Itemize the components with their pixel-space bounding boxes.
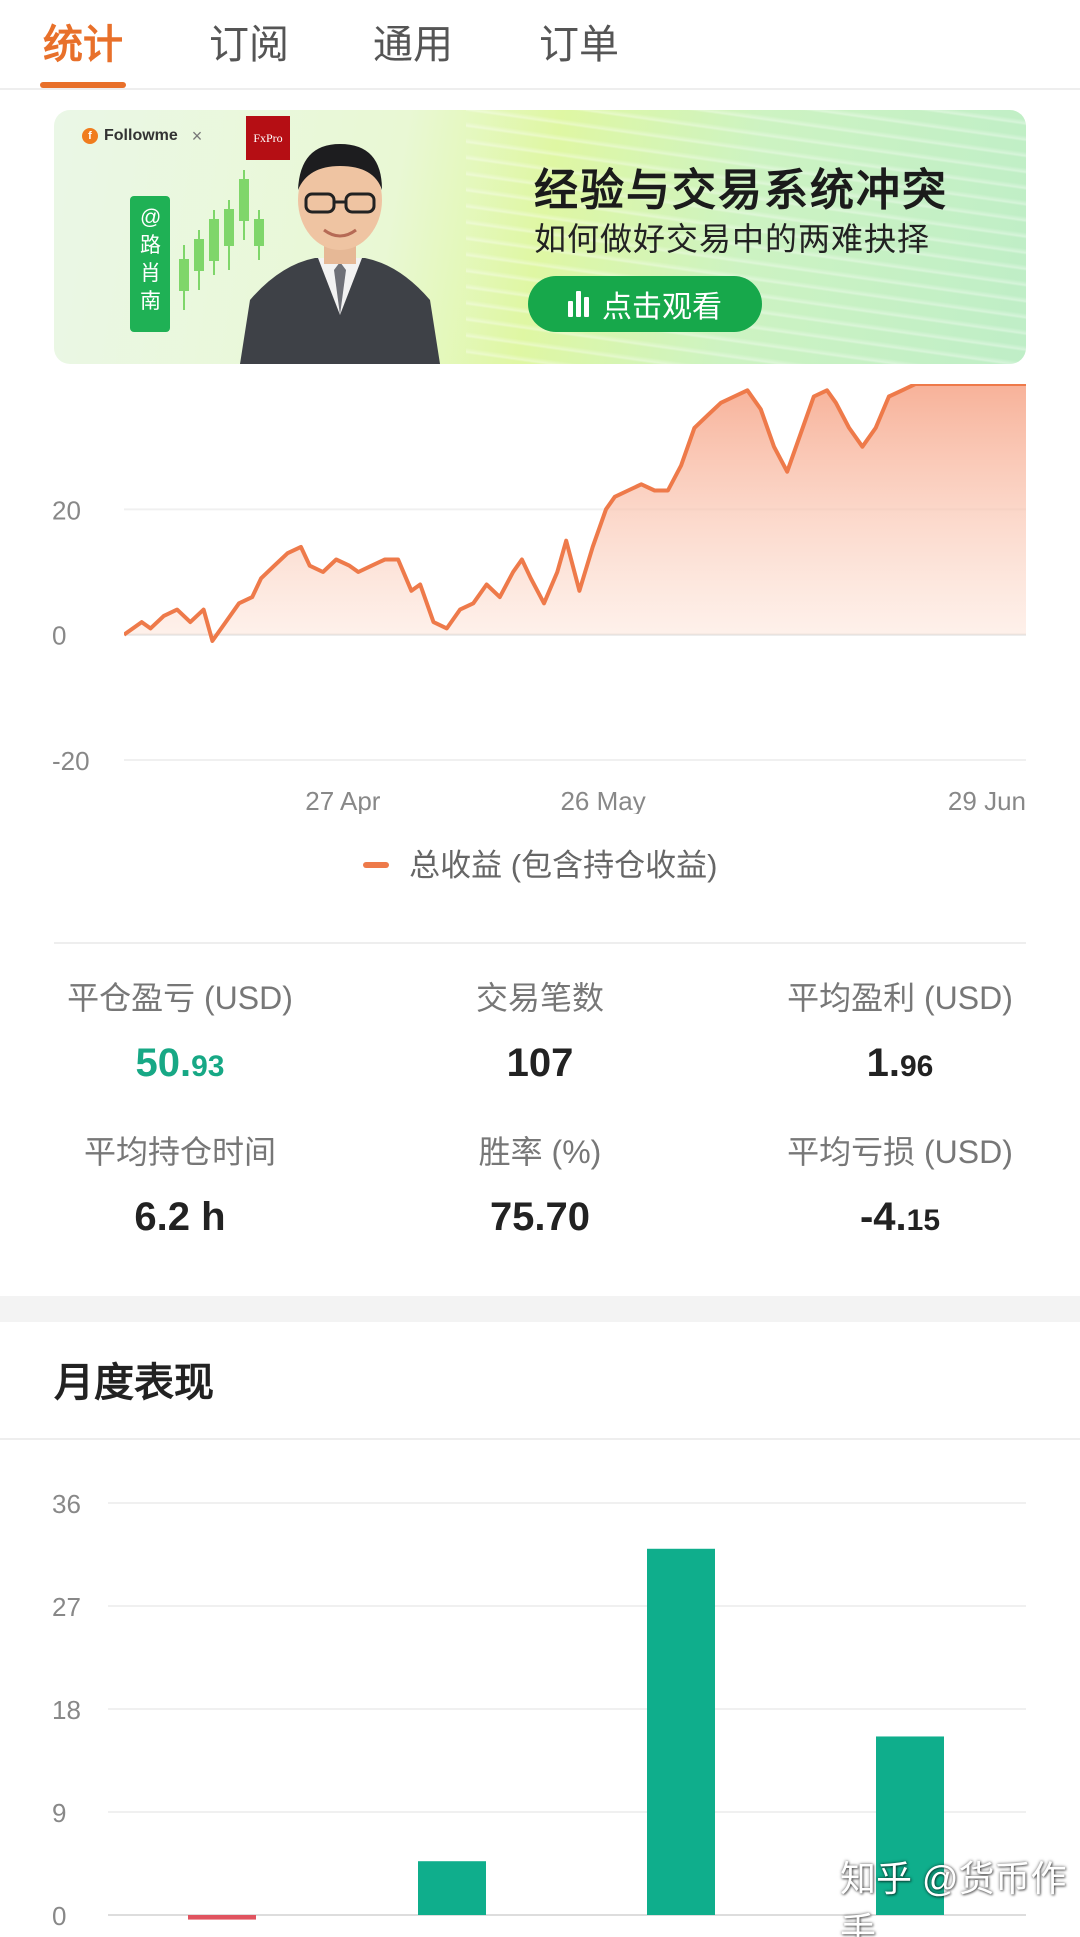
stat-trade-count: 交易笔数 107: [360, 976, 720, 1088]
stat-label: 胜率 (%): [478, 1134, 602, 1170]
tab-statistics[interactable]: 统计: [40, 0, 126, 88]
stat-closed-pnl: 平仓盈亏 (USD) 50.93: [0, 976, 360, 1088]
bar-chart-icon: [568, 291, 594, 317]
tab-statistics-label: 统计: [43, 23, 123, 67]
y-tick-label: -20: [52, 746, 90, 776]
stat-label: 交易笔数: [475, 980, 604, 1016]
legend-label: 总收益 (包含持仓收益): [409, 848, 718, 883]
section-separator-band: [0, 1296, 1080, 1322]
stat-value-int: 107: [506, 1041, 574, 1085]
stat-label: 平均盈利 (USD): [787, 980, 1013, 1016]
banner-subtitle: 如何做好交易中的两难抉择: [534, 221, 931, 257]
stat-value-int: -4.: [859, 1195, 907, 1239]
monthly-bar: [647, 1548, 715, 1915]
stat-value: -4.15: [720, 1192, 1080, 1242]
stat-value: 1.96: [720, 1038, 1080, 1088]
tab-orders[interactable]: 订单: [536, 0, 622, 88]
banner-brand-row: f Followme × FxPro: [82, 116, 290, 160]
stats-grid: 平仓盈亏 (USD) 50.93 交易笔数 107 平均盈利 (USD) 1.9…: [0, 976, 1080, 1266]
x-tick-label: 27 Apr: [305, 786, 381, 814]
total-profit-chart[interactable]: 20 0 -20 27 Apr 26 May 29 Jun: [0, 384, 1080, 814]
stat-value-dec: 93: [191, 1050, 225, 1083]
section-divider: [54, 942, 1026, 944]
times-icon: ×: [191, 125, 203, 146]
speaker-name-text: @路肖南: [140, 206, 162, 313]
stat-value-int: 50.: [135, 1041, 192, 1085]
speaker-name-tag: @路肖南: [130, 196, 170, 332]
stat-average-loss: 平均亏损 (USD) -4.15: [720, 1130, 1080, 1242]
tab-general[interactable]: 通用: [370, 0, 456, 88]
top-tab-bar: 统计 订阅 通用 订单: [0, 0, 1080, 90]
stat-win-rate: 胜率 (%) 75.70: [360, 1130, 720, 1242]
chart-legend[interactable]: 总收益 (包含持仓收益): [0, 840, 1080, 885]
y-tick-label: 36: [52, 1489, 81, 1519]
promo-banner[interactable]: f Followme × FxPro @路肖南 经验与交易系统冲突 如何做好交易…: [54, 110, 1026, 364]
page: 统计 订阅 通用 订单 f Followme × FxPro @路肖南 经验与交…: [0, 0, 1080, 1937]
monthly-bar: [188, 1915, 256, 1920]
speaker-photo: [240, 144, 440, 364]
watch-now-label: 点击观看: [602, 291, 722, 324]
watch-now-button[interactable]: 点击观看: [528, 276, 762, 332]
tab-subscribe-label: 订阅: [209, 23, 289, 67]
y-tick-label: 0: [52, 1901, 66, 1931]
x-tick-label: 29 Jun: [948, 786, 1026, 814]
monthly-performance-title: 月度表现: [54, 1361, 214, 1405]
y-tick-label: 9: [52, 1798, 66, 1828]
banner-brand-name: Followme: [104, 127, 178, 144]
promo-banner-section: f Followme × FxPro @路肖南 经验与交易系统冲突 如何做好交易…: [0, 92, 1080, 384]
watermark: 知乎 @货币作手: [840, 1858, 1067, 1937]
y-tick-label: 0: [52, 621, 66, 651]
monthly-bar: [418, 1861, 486, 1915]
stat-value-int: 1.: [866, 1041, 900, 1085]
y-tick-label: 18: [52, 1695, 81, 1725]
stat-value-dec: 15: [906, 1204, 941, 1237]
stat-value: 6.2 h: [0, 1192, 360, 1242]
stat-value: 50.93: [0, 1038, 360, 1088]
stat-value-int: 75.70: [489, 1195, 591, 1239]
y-tick-label: 20: [52, 495, 81, 525]
banner-title: 经验与交易系统冲突: [534, 166, 948, 215]
stat-value-dec: 96: [899, 1050, 934, 1083]
y-tick-label: 27: [52, 1592, 81, 1622]
tab-subscribe[interactable]: 订阅: [206, 0, 292, 88]
stat-value: 107: [360, 1038, 720, 1088]
stat-value: 75.70: [360, 1192, 720, 1242]
total-profit-chart-svg: 20 0 -20 27 Apr 26 May 29 Jun: [52, 384, 1026, 814]
stat-average-profit: 平均盈利 (USD) 1.96: [720, 976, 1080, 1088]
stat-label: 平仓盈亏 (USD): [67, 980, 293, 1016]
stat-value-int: 6.2 h: [134, 1195, 226, 1239]
active-tab-indicator: [40, 82, 126, 88]
stat-average-holding-time: 平均持仓时间 6.2 h: [0, 1130, 360, 1242]
followme-logo-icon: f: [82, 128, 98, 144]
stat-label: 平均持仓时间: [83, 1134, 276, 1170]
legend-swatch: [362, 861, 389, 868]
profit-area: [124, 384, 1026, 641]
tab-orders-label: 订单: [539, 23, 619, 67]
x-tick-label: 26 May: [560, 786, 645, 814]
tab-general-label: 通用: [373, 23, 453, 67]
stat-label: 平均亏损 (USD): [787, 1134, 1013, 1170]
